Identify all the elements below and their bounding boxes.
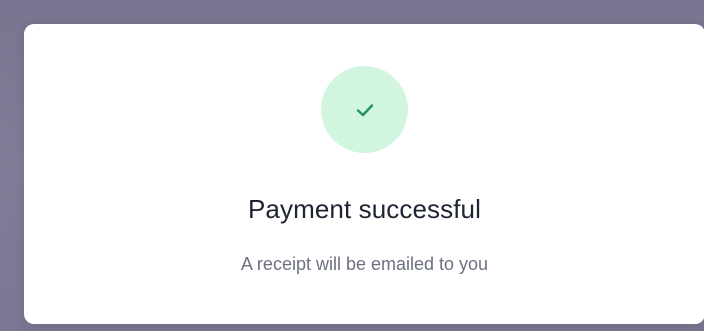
dialog-title: Payment successful — [247, 194, 481, 224]
success-icon-badge — [321, 66, 408, 153]
dialog-message: A receipt will be emailed to you — [240, 254, 489, 274]
payment-success-dialog: Payment successful A receipt will be ema… — [24, 24, 704, 324]
check-icon — [356, 103, 373, 116]
